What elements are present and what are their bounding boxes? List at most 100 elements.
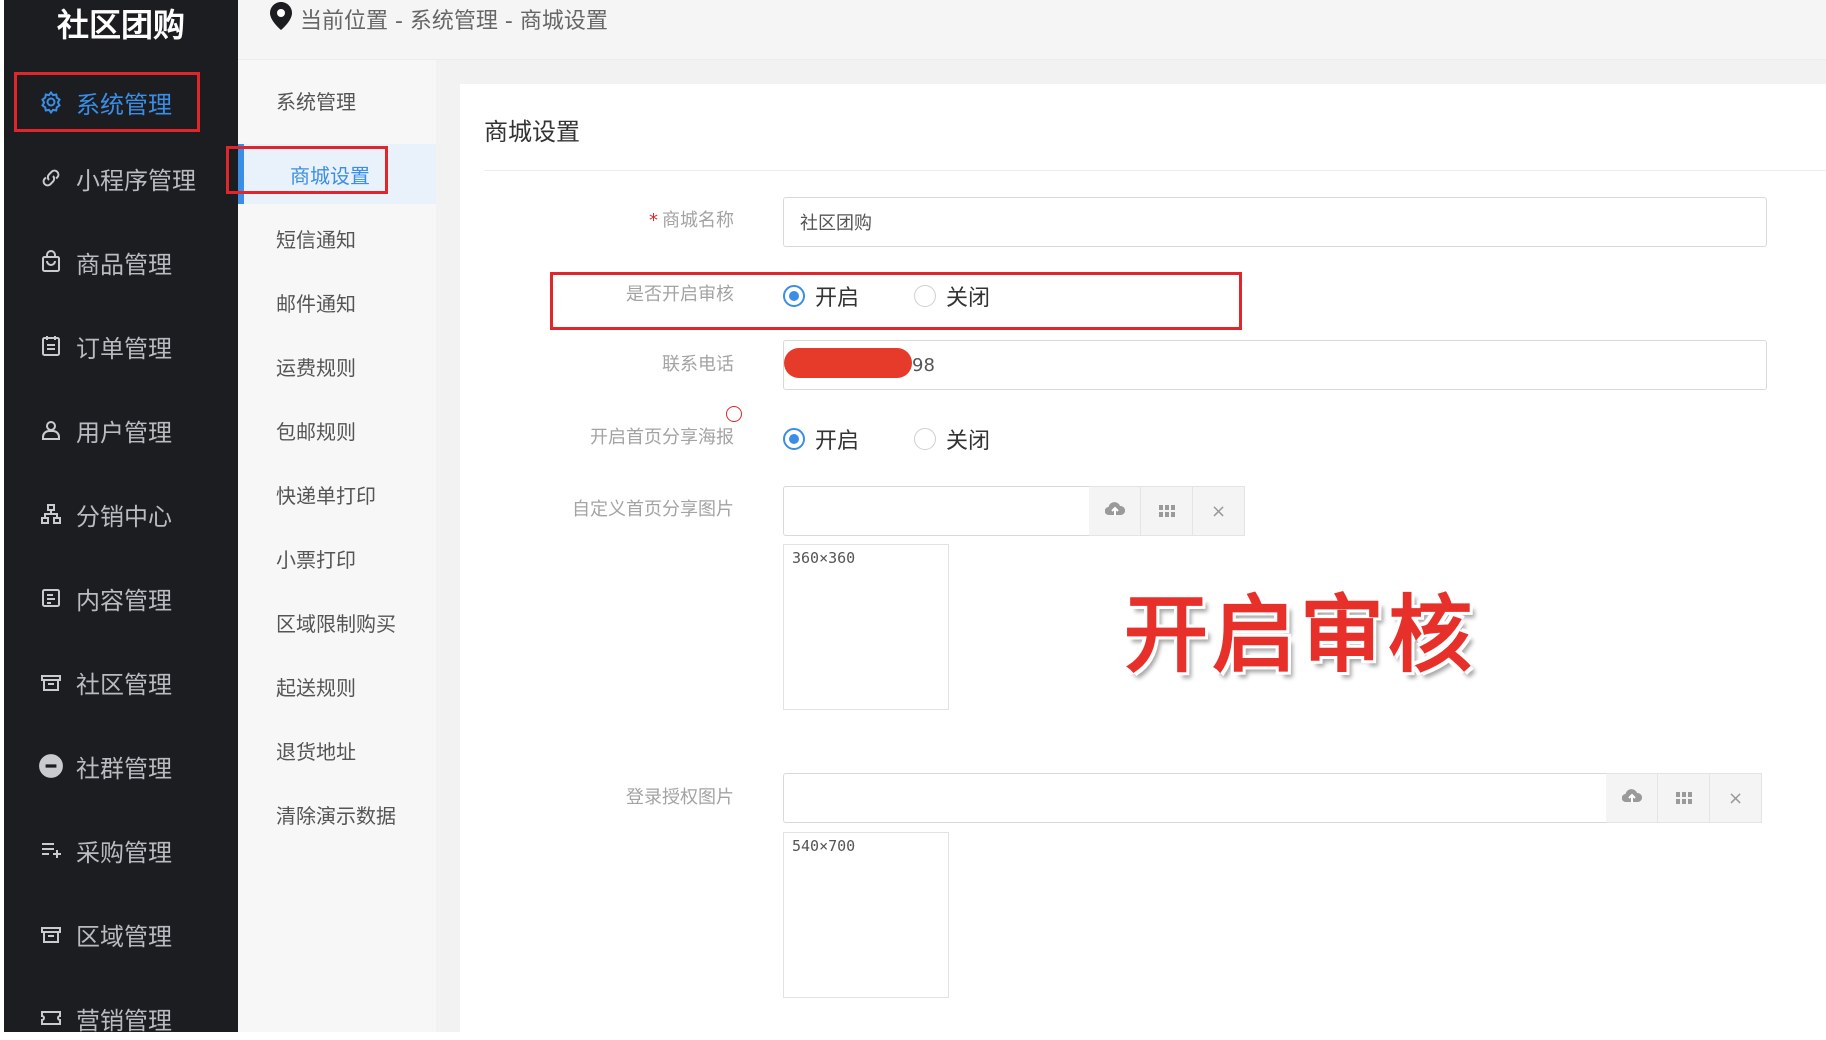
sidebar-item-orders[interactable]: 订单管理	[4, 314, 238, 378]
minus-circle-icon	[36, 751, 66, 781]
submenu-item-free-shipping[interactable]: 包邮规则	[238, 400, 436, 460]
submenu-item-email[interactable]: 邮件通知	[238, 272, 436, 332]
submenu-item-shipping-rules[interactable]: 运费规则	[238, 336, 436, 396]
sidebar-item-label: 营销管理	[76, 1006, 172, 1035]
login-image-label: 登录授权图片	[626, 787, 734, 808]
phone-label: 联系电话	[662, 354, 734, 375]
main-sidebar: 社区团购 系统管理 小程序管理 商品管理 订单管理 用户管理 分销中心 内容管理…	[4, 0, 238, 1035]
submenu-item-label: 短信通知	[276, 227, 356, 252]
close-icon: ×	[1727, 787, 1744, 809]
submenu-item-region-limit[interactable]: 区域限制购买	[238, 592, 436, 652]
user-icon	[36, 415, 66, 445]
sidebar-item-label: 区域管理	[76, 922, 172, 951]
submenu-item-label: 小票打印	[276, 547, 356, 572]
submenu-item-label: 清除演示数据	[276, 803, 396, 828]
sidebar-item-label: 社区管理	[76, 670, 172, 699]
sidebar-item-users[interactable]: 用户管理	[4, 398, 238, 462]
link-icon	[36, 163, 66, 193]
share-image-path-input[interactable]	[783, 486, 1089, 536]
shop-name-input[interactable]: 社区团购	[783, 197, 1767, 247]
highlight-box-shop-settings	[226, 146, 388, 194]
breadcrumb-text: 当前位置 - 系统管理 - 商城设置	[300, 9, 608, 34]
share-image-upload: ×	[783, 486, 1245, 536]
top-bar: 当前位置 - 系统管理 - 商城设置	[238, 0, 1826, 60]
submenu-item-label: 起送规则	[276, 675, 356, 700]
sidebar-item-label: 内容管理	[76, 586, 172, 615]
sidebar-item-purchasing[interactable]: 采购管理	[4, 818, 238, 882]
sidebar-item-label: 采购管理	[76, 838, 172, 867]
calendar-list-icon	[36, 331, 66, 361]
cloud-upload-icon	[1621, 788, 1642, 809]
redaction-mark	[784, 348, 912, 378]
required-mark: *	[649, 210, 658, 231]
divider	[484, 170, 1826, 171]
list-add-icon	[36, 835, 66, 865]
phone-value: 98	[912, 354, 935, 376]
sidebar-item-label: 商品管理	[76, 250, 172, 279]
document-icon	[36, 583, 66, 613]
store-icon	[36, 667, 66, 697]
submenu-item-system[interactable]: 系统管理	[238, 70, 436, 130]
submenu-item-label: 快递单打印	[276, 483, 376, 508]
shop-name-label-text: 商城名称	[662, 210, 734, 231]
sidebar-item-distribution[interactable]: 分销中心	[4, 482, 238, 546]
grid-icon	[1675, 788, 1692, 809]
login-image-upload-button[interactable]	[1606, 773, 1658, 823]
submenu-item-clear-demo[interactable]: 清除演示数据	[238, 784, 436, 844]
share-poster-off-radio[interactable]: 关闭	[914, 423, 990, 455]
shopping-bag-icon	[36, 247, 66, 277]
submenu-item-express-print[interactable]: 快递单打印	[238, 464, 436, 524]
grid-icon	[1158, 501, 1175, 522]
submenu-item-label: 运费规则	[276, 355, 356, 380]
share-poster-on-radio[interactable]: 开启	[783, 423, 859, 455]
sidebar-item-groups[interactable]: 社群管理	[4, 734, 238, 798]
brand-title: 社区团购	[56, 6, 185, 44]
share-image-thumbnail: 360×360	[783, 544, 949, 710]
login-image-clear-button[interactable]: ×	[1710, 773, 1762, 823]
submenu-item-label: 邮件通知	[276, 291, 356, 316]
sidebar-item-label: 小程序管理	[76, 166, 196, 195]
submenu-item-label: 退货地址	[276, 739, 356, 764]
submenu-item-return-address[interactable]: 退货地址	[238, 720, 436, 780]
sidebar-item-label: 用户管理	[76, 418, 172, 447]
sidebar-item-label: 社群管理	[76, 754, 172, 783]
size-hint: 540×700	[792, 837, 856, 855]
share-image-gallery-button[interactable]	[1141, 486, 1193, 536]
cursor-indicator	[726, 406, 742, 422]
radio-dot	[783, 428, 805, 450]
share-poster-label: 开启首页分享海报	[590, 427, 734, 448]
phone-input[interactable]: 98	[783, 340, 1767, 390]
radio-label: 开启	[815, 429, 860, 454]
radio-dot	[914, 428, 936, 450]
radio-label: 关闭	[946, 429, 991, 454]
login-image-upload: ×	[783, 773, 1762, 823]
sidebar-item-marketing[interactable]: 营销管理	[4, 986, 238, 1040]
highlight-box-system	[14, 72, 200, 132]
submenu-item-min-delivery[interactable]: 起送规则	[238, 656, 436, 716]
highlight-box-audit	[550, 272, 1242, 330]
login-image-path-input[interactable]	[783, 773, 1606, 823]
settings-submenu: 系统管理 商城设置 短信通知 邮件通知 运费规则 包邮规则 快递单打印 小票打印…	[238, 60, 436, 1032]
share-image-label: 自定义首页分享图片	[572, 499, 734, 520]
sidebar-item-miniprogram[interactable]: 小程序管理	[4, 146, 238, 210]
hierarchy-icon	[36, 499, 66, 529]
cloud-upload-icon	[1104, 501, 1125, 522]
store-icon	[36, 919, 66, 949]
sidebar-item-label: 分销中心	[76, 502, 172, 531]
submenu-item-sms[interactable]: 短信通知	[238, 208, 436, 268]
submenu-item-label: 包邮规则	[276, 419, 356, 444]
submenu-item-label: 区域限制购买	[276, 611, 396, 636]
sidebar-item-products[interactable]: 商品管理	[4, 230, 238, 294]
breadcrumb: 当前位置 - 系统管理 - 商城设置	[270, 2, 608, 36]
coupon-icon	[36, 1003, 66, 1033]
sidebar-item-label: 订单管理	[76, 334, 172, 363]
sidebar-item-regions[interactable]: 区域管理	[4, 902, 238, 966]
close-icon: ×	[1210, 500, 1227, 522]
login-image-gallery-button[interactable]	[1658, 773, 1710, 823]
shop-name-value: 社区团购	[800, 213, 872, 234]
share-image-clear-button[interactable]: ×	[1193, 486, 1245, 536]
sidebar-item-content[interactable]: 内容管理	[4, 566, 238, 630]
share-image-upload-button[interactable]	[1089, 486, 1141, 536]
submenu-item-receipt-print[interactable]: 小票打印	[238, 528, 436, 588]
sidebar-item-community[interactable]: 社区管理	[4, 650, 238, 714]
